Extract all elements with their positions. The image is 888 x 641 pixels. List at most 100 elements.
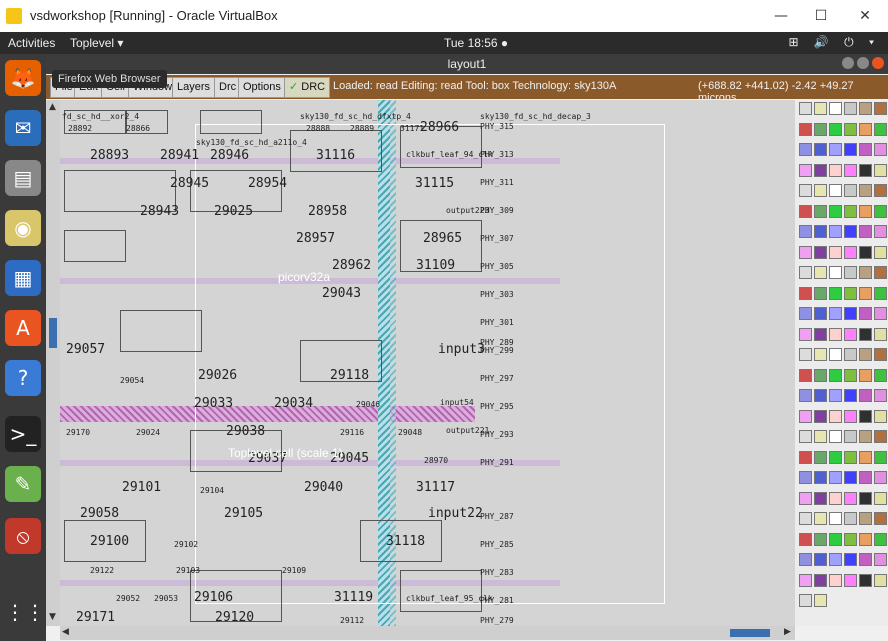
layer-swatch[interactable]	[874, 245, 887, 259]
layer-swatch[interactable]	[799, 102, 812, 115]
layer-swatch[interactable]	[844, 368, 857, 382]
layer-swatch[interactable]	[859, 512, 872, 525]
terminal-icon[interactable]: >_	[5, 416, 41, 452]
layer-swatch[interactable]	[859, 204, 872, 218]
layer-swatch[interactable]	[829, 245, 842, 259]
layer-swatch[interactable]	[844, 245, 857, 259]
layer-swatch[interactable]	[799, 512, 812, 525]
layer-swatch[interactable]	[799, 368, 812, 382]
layer-swatch[interactable]	[829, 184, 842, 197]
layer-swatch[interactable]	[844, 491, 857, 505]
layer-swatch[interactable]	[829, 204, 842, 218]
layer-swatch[interactable]	[814, 163, 827, 177]
layer-swatch[interactable]	[874, 409, 887, 423]
layer-swatch[interactable]	[829, 430, 842, 443]
layer-swatch[interactable]	[874, 450, 887, 464]
close-button[interactable]: ✕	[850, 4, 880, 28]
layer-swatch[interactable]	[799, 553, 812, 566]
layer-swatch[interactable]	[844, 327, 857, 341]
std-cell[interactable]	[400, 570, 482, 612]
layer-swatch[interactable]	[829, 225, 842, 238]
layer-swatch[interactable]	[799, 184, 812, 197]
help-icon[interactable]: ?	[5, 360, 41, 396]
layer-swatch[interactable]	[799, 389, 812, 402]
layer-swatch[interactable]	[859, 368, 872, 382]
layer-swatch[interactable]	[799, 594, 812, 607]
layer-swatch[interactable]	[859, 553, 872, 566]
clock[interactable]: Tue 18:56 ●	[444, 36, 508, 50]
layer-swatch[interactable]	[844, 204, 857, 218]
layer-swatch[interactable]	[844, 307, 857, 320]
layer-swatch[interactable]	[859, 409, 872, 423]
layer-swatch[interactable]	[814, 122, 827, 136]
layer-swatch[interactable]	[799, 245, 812, 259]
layer-swatch[interactable]	[874, 307, 887, 320]
horizontal-scrollbar[interactable]: ◀ ▶	[60, 626, 795, 640]
layer-swatch[interactable]	[859, 225, 872, 238]
layer-swatch[interactable]	[844, 450, 857, 464]
layer-swatch[interactable]	[814, 430, 827, 443]
layer-swatch[interactable]	[814, 184, 827, 197]
layer-swatch[interactable]	[859, 122, 872, 136]
layer-swatch[interactable]	[814, 348, 827, 361]
layout-close-button[interactable]	[872, 57, 884, 69]
layer-swatch[interactable]	[859, 532, 872, 546]
firefox-icon[interactable]: 🦊	[5, 60, 41, 96]
layer-swatch[interactable]	[829, 348, 842, 361]
layer-swatch[interactable]	[874, 368, 887, 382]
layer-swatch[interactable]	[814, 225, 827, 238]
minimize-button[interactable]: —	[766, 4, 796, 28]
layer-swatch[interactable]	[874, 225, 887, 238]
layer-swatch[interactable]	[844, 266, 857, 279]
app-menu[interactable]: Toplevel ▾	[70, 36, 123, 50]
layer-swatch[interactable]	[829, 122, 842, 136]
layer-swatch[interactable]	[844, 512, 857, 525]
layer-swatch[interactable]	[844, 348, 857, 361]
layer-swatch[interactable]	[844, 532, 857, 546]
layer-swatch[interactable]	[844, 573, 857, 587]
layer-swatch[interactable]	[814, 409, 827, 423]
layer-swatch[interactable]	[814, 266, 827, 279]
layer-swatch[interactable]	[814, 245, 827, 259]
layer-swatch[interactable]	[844, 471, 857, 484]
layer-swatch[interactable]	[874, 348, 887, 361]
layer-swatch[interactable]	[814, 573, 827, 587]
menu-options[interactable]: Options	[238, 77, 286, 98]
std-cell[interactable]	[120, 310, 202, 352]
scroll-left-icon[interactable]: ◀	[62, 627, 69, 637]
layer-swatch[interactable]	[874, 430, 887, 443]
layer-swatch[interactable]	[814, 389, 827, 402]
layer-swatch[interactable]	[799, 266, 812, 279]
scroll-right-icon[interactable]: ▶	[784, 627, 791, 637]
layer-swatch[interactable]	[874, 532, 887, 546]
layer-swatch[interactable]	[799, 286, 812, 300]
layer-swatch[interactable]	[799, 163, 812, 177]
layer-swatch[interactable]	[859, 286, 872, 300]
layer-swatch[interactable]	[829, 553, 842, 566]
layout-minimize-button[interactable]	[842, 57, 854, 69]
layer-swatch[interactable]	[874, 389, 887, 402]
layer-swatch[interactable]	[874, 204, 887, 218]
vertical-scrollbar[interactable]: ▲ ▼	[46, 100, 60, 626]
layer-swatch[interactable]	[844, 409, 857, 423]
layer-swatch[interactable]	[799, 348, 812, 361]
layer-swatch[interactable]	[874, 553, 887, 566]
layer-swatch[interactable]	[859, 143, 872, 156]
layer-swatch[interactable]	[829, 512, 842, 525]
layer-swatch[interactable]	[829, 286, 842, 300]
layer-swatch[interactable]	[859, 163, 872, 177]
show-applications-icon[interactable]: ⋮⋮	[5, 594, 45, 630]
layer-swatch[interactable]	[874, 184, 887, 197]
layer-swatch[interactable]	[814, 327, 827, 341]
layer-swatch[interactable]	[829, 532, 842, 546]
layer-swatch[interactable]	[829, 102, 842, 115]
horizontal-scroll-thumb[interactable]	[730, 629, 770, 637]
system-tray[interactable]: ⊞ 🔊 ⏻ ▾	[788, 35, 880, 50]
layer-swatch[interactable]	[814, 553, 827, 566]
layer-swatch[interactable]	[799, 532, 812, 546]
layer-swatch[interactable]	[859, 266, 872, 279]
layer-swatch[interactable]	[829, 409, 842, 423]
layer-swatch[interactable]	[844, 389, 857, 402]
layer-swatch[interactable]	[859, 389, 872, 402]
layer-swatch[interactable]	[829, 327, 842, 341]
